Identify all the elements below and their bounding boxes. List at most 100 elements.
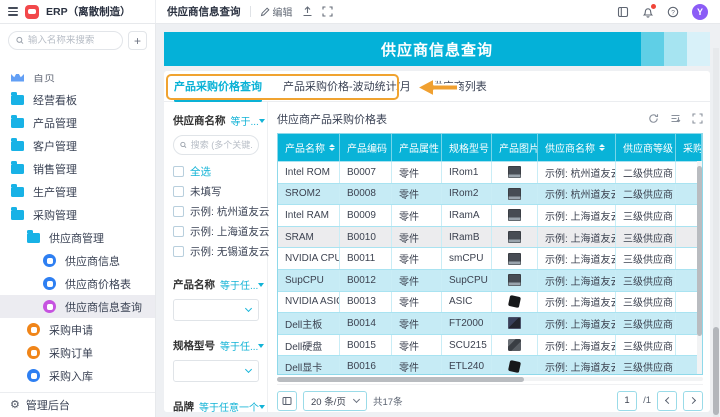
- table-row[interactable]: Intel RAMB0009零件IRamA示例: 上海道友云三级供应商: [278, 204, 702, 226]
- filter-search-input[interactable]: [191, 140, 252, 150]
- table-row[interactable]: Dell显卡B0016零件ETL240示例: 上海道友云三级供应商: [278, 355, 702, 374]
- chevron-down-icon[interactable]: [258, 283, 264, 287]
- sidebar-search-input[interactable]: [28, 35, 115, 46]
- folder-icon: [27, 233, 40, 243]
- sidebar-item-4[interactable]: 销售管理: [0, 157, 155, 180]
- banner-deco-block: [664, 32, 687, 66]
- help-button[interactable]: ?: [667, 6, 679, 18]
- hamburger-menu-icon[interactable]: [8, 7, 18, 16]
- sidebar-item-1[interactable]: 经营看板: [0, 88, 155, 111]
- column-header[interactable]: 规格型号: [442, 134, 492, 161]
- expand-icon[interactable]: [692, 113, 703, 124]
- cell-level: 二级供应商: [616, 184, 676, 205]
- admin-backend-label: 管理后台: [26, 397, 70, 413]
- add-button[interactable]: +: [128, 31, 147, 50]
- tab-2[interactable]: 产品采购价格-波动统计/月: [283, 71, 411, 102]
- sidebar-item-10[interactable]: 供应商信息查询: [0, 295, 155, 318]
- filter-option[interactable]: 示例: 上海道友云: [173, 222, 259, 240]
- grid-vertical-scrollbar[interactable]: [697, 161, 702, 374]
- table-row[interactable]: Dell硬盘B0015零件SCU215示例: 上海道友云三级供应商: [278, 334, 702, 356]
- sort-icon[interactable]: [599, 144, 605, 152]
- filter-select[interactable]: [173, 299, 259, 321]
- table-row[interactable]: Intel ROMB0007零件IRom1示例: 杭州道友云二级供应商: [278, 161, 702, 183]
- sidebar-item-8[interactable]: 供应商信息: [0, 249, 155, 272]
- toggle-view-button[interactable]: [277, 391, 297, 411]
- sidebar-item-6[interactable]: 采购管理: [0, 203, 155, 226]
- table-row[interactable]: SROM2B0008零件IRom2示例: 杭州道友云二级供应商: [278, 183, 702, 205]
- table-row[interactable]: NVIDIA ASICB0013零件ASIC示例: 上海道友云三级供应商: [278, 291, 702, 313]
- chevron-left-icon: [664, 397, 671, 404]
- column-header[interactable]: 产品图片: [492, 134, 538, 161]
- filter-label: 品牌: [173, 399, 194, 412]
- filter-operator[interactable]: 等于任...: [220, 277, 258, 292]
- doc-circle-icon: [43, 277, 56, 290]
- sidebar-item-2[interactable]: 产品管理: [0, 111, 155, 134]
- page-title: 供应商信息查询: [167, 4, 241, 19]
- checkbox[interactable]: [173, 246, 184, 257]
- chevron-down-icon[interactable]: [259, 405, 265, 409]
- edit-button[interactable]: 编辑: [260, 4, 293, 19]
- filter-operator[interactable]: 等于任...: [220, 338, 258, 353]
- sidebar-item-11[interactable]: 采购申请: [0, 318, 155, 341]
- filter-select[interactable]: [173, 360, 259, 382]
- chevron-down-icon[interactable]: [259, 119, 265, 123]
- filter-option[interactable]: 全选: [173, 162, 259, 180]
- sort-icon[interactable]: [329, 144, 335, 152]
- product-image: [508, 209, 521, 221]
- sidebar-item-3[interactable]: 客户管理: [0, 134, 155, 157]
- checkbox[interactable]: [173, 186, 184, 197]
- share-button[interactable]: [302, 6, 313, 17]
- column-header[interactable]: 采购: [676, 134, 702, 161]
- checkbox[interactable]: [173, 166, 184, 177]
- filter-option[interactable]: 示例: 无锡道友云: [173, 242, 259, 260]
- filter-search[interactable]: [173, 135, 259, 155]
- notifications-button[interactable]: [642, 6, 654, 18]
- filter-option[interactable]: 示例: 杭州道友云: [173, 202, 259, 220]
- page-size-select[interactable]: 20 条/页: [303, 391, 367, 411]
- sidebar-search[interactable]: [8, 31, 123, 50]
- column-header[interactable]: 供应商名称: [538, 134, 616, 161]
- filter-option[interactable]: 未填写: [173, 182, 259, 200]
- cell-level: 三级供应商: [616, 356, 676, 374]
- cell-img: [492, 227, 538, 248]
- grid-horizontal-scrollbar[interactable]: [277, 377, 703, 382]
- admin-backend-button[interactable]: ⚙ 管理后台: [0, 392, 155, 417]
- column-header[interactable]: 产品名称: [278, 134, 340, 161]
- user-avatar[interactable]: Y: [692, 4, 708, 20]
- sidebar-item-7[interactable]: 供应商管理: [0, 226, 155, 249]
- table-row[interactable]: SRAMB0010零件IRamB示例: 上海道友云三级供应商: [278, 226, 702, 248]
- upload-icon: [302, 6, 313, 17]
- product-image: [508, 231, 521, 243]
- chevron-down-icon[interactable]: [258, 344, 264, 348]
- filter-group-label: 产品名称等于任...: [173, 277, 259, 292]
- page-scrollbar[interactable]: [713, 48, 719, 417]
- fullscreen-button[interactable]: [322, 6, 333, 17]
- checkbox[interactable]: [173, 206, 184, 217]
- filter-operator[interactable]: 等于任意一个: [199, 399, 259, 412]
- filter-operator[interactable]: 等于...: [231, 113, 259, 128]
- page-number-input[interactable]: 1: [617, 391, 637, 411]
- column-header[interactable]: 产品属性: [392, 134, 442, 161]
- filter-option-label: 示例: 无锡道友云: [190, 244, 269, 259]
- sidebar-item-label: 经营看板: [33, 92, 77, 108]
- grid-body: Intel ROMB0007零件IRom1示例: 杭州道友云二级供应商SROM2…: [278, 161, 702, 375]
- sidebar-item-13[interactable]: 采购入库: [0, 364, 155, 387]
- filter-group-label: 品牌等于任意一个: [173, 399, 259, 412]
- sidebar-item-0[interactable]: 首页: [0, 74, 155, 88]
- refresh-icon[interactable]: [648, 113, 659, 124]
- docs-button[interactable]: [617, 6, 629, 18]
- next-page-button[interactable]: [683, 391, 703, 411]
- sidebar-item-12[interactable]: 采购订单: [0, 341, 155, 364]
- table-row[interactable]: SupCPUB0012零件SupCPU示例: 上海道友云三级供应商: [278, 269, 702, 291]
- sidebar-item-9[interactable]: 供应商价格表: [0, 272, 155, 295]
- column-header[interactable]: 产品编码: [340, 134, 392, 161]
- column-header[interactable]: 供应商等级: [616, 134, 676, 161]
- column-settings-icon[interactable]: [670, 113, 681, 124]
- table-row[interactable]: NVIDIA CPUB0011零件smCPU示例: 上海道友云三级供应商: [278, 247, 702, 269]
- tab-1[interactable]: 产品采购价格查询: [174, 71, 262, 102]
- prev-page-button[interactable]: [657, 391, 677, 411]
- table-row[interactable]: Dell主板B0014零件FT2000示例: 上海道友云三级供应商: [278, 312, 702, 334]
- sidebar-item-5[interactable]: 生产管理: [0, 180, 155, 203]
- checkbox[interactable]: [173, 226, 184, 237]
- product-image: [508, 166, 521, 178]
